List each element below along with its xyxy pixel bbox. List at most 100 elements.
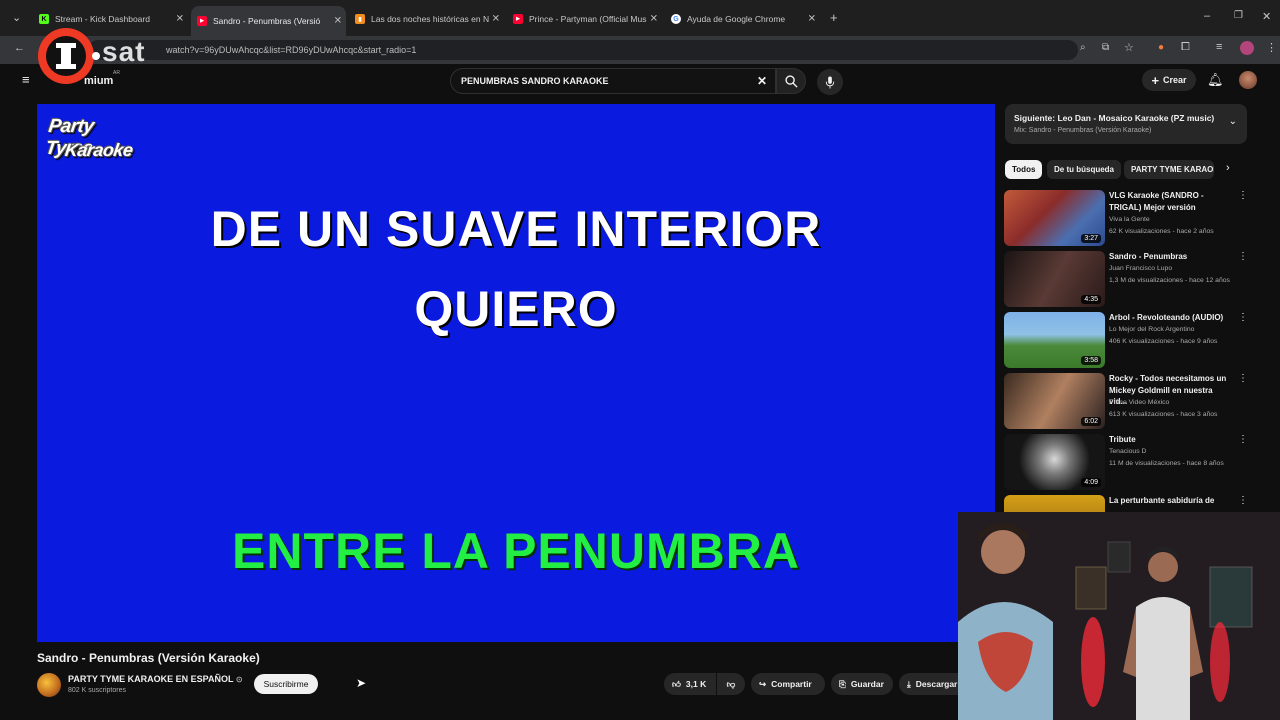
- close-icon[interactable]: ✕: [176, 14, 184, 25]
- zoom-icon[interactable]: ⌕: [1080, 42, 1086, 53]
- more-options-icon[interactable]: ⋮: [1238, 373, 1248, 384]
- tab-search-icon[interactable]: ⌄: [12, 11, 21, 24]
- lyric-line-1: DE UN SUAVE INTERIOR: [210, 201, 822, 257]
- media-icon[interactable]: ≡: [1216, 41, 1222, 53]
- thumbs-down-icon: 👎︎: [726, 678, 736, 689]
- isat-watermark-logo: sat: [32, 26, 172, 88]
- chip-de-tu-busqueda[interactable]: De tu búsqueda: [1047, 160, 1122, 179]
- recommendation-item[interactable]: 6:02 Rocky - Todos necesitamos un Mickey…: [1004, 373, 1250, 429]
- share-icon: ↪: [759, 678, 767, 689]
- watermark-text: sat: [102, 36, 146, 67]
- create-button[interactable]: + Crear: [1142, 69, 1196, 91]
- channel-name[interactable]: PARTY TYME KARAOKE EN ESPAÑOL ⊙: [68, 674, 243, 684]
- close-icon[interactable]: ✕: [650, 14, 658, 25]
- chip-todos[interactable]: Todos: [1005, 160, 1043, 179]
- more-options-icon[interactable]: ⋮: [1238, 312, 1248, 323]
- tab-ayuda-chrome[interactable]: G Ayuda de Google Chrome ✕: [665, 8, 820, 30]
- more-options-icon[interactable]: ⋮: [1238, 495, 1248, 506]
- recommendation-item[interactable]: 4:35 Sandro - Penumbras Juan Francisco L…: [1004, 251, 1250, 307]
- video-thumbnail[interactable]: 6:02: [1004, 373, 1105, 429]
- google-icon: G: [671, 14, 681, 24]
- video-thumbnail[interactable]: 4:35: [1004, 251, 1105, 307]
- account-avatar[interactable]: [1239, 71, 1257, 89]
- omnibox[interactable]: watch?v=96yDUwAhcqc&list=RD96yDUwAhcqc&s…: [88, 40, 1078, 60]
- up-next-title: Siguiente: Leo Dan - Mosaico Karaoke (PZ…: [1014, 113, 1215, 123]
- notifications-bell-icon[interactable]: 🔔︎: [1207, 72, 1224, 88]
- recommendation-item[interactable]: La perturbante sabiduría de ⋮: [1004, 495, 1250, 512]
- save-label: Guardar: [850, 679, 884, 689]
- like-button[interactable]: 👍︎ 3,1 K: [664, 673, 716, 695]
- tab-label: Sandro - Penumbras (Versió: [213, 16, 321, 26]
- close-icon[interactable]: ✕: [808, 14, 816, 25]
- menu-icon[interactable]: ⋮: [1266, 41, 1277, 54]
- video-thumbnail[interactable]: 4:09: [1004, 434, 1105, 490]
- party-tyme-karaoke-logo: Party Tyme Karaoke: [44, 114, 139, 170]
- puzzle-icon[interactable]: ⧠: [1181, 41, 1190, 54]
- duration-badge: 3:27: [1081, 234, 1101, 243]
- microphone-icon: [825, 75, 835, 89]
- recommendation-item[interactable]: 3:27 VLG Karaoke (SANDRO - TRIGAL) Mejor…: [1004, 190, 1250, 246]
- chip-party-tyme[interactable]: PARTY TYME KARAOK: [1124, 160, 1214, 179]
- browser-tab-bar: ⌄ K Stream - Kick Dashboard ✕ ▶ Sandro -…: [0, 0, 1280, 36]
- recommendation-item[interactable]: 3:58 Arbol - Revoloteando (AUDIO) Lo Mej…: [1004, 312, 1250, 368]
- webcam-overlay: [958, 512, 1280, 720]
- restore-icon[interactable]: ❐: [1234, 10, 1243, 21]
- tab-sandro-penumbras[interactable]: ▶ Sandro - Penumbras (Versió ✕: [191, 6, 346, 36]
- thumbs-up-icon: 👍︎: [672, 678, 681, 689]
- video-thumbnail[interactable]: 3:58: [1004, 312, 1105, 368]
- save-button[interactable]: ⎘ Guardar: [831, 673, 893, 695]
- lyric-line-3-highlighted: ENTRE LA PENUMBRA: [232, 523, 800, 579]
- subscribe-button[interactable]: Suscribirme: [254, 674, 318, 694]
- clear-search-icon[interactable]: ✕: [757, 74, 767, 88]
- up-next-panel[interactable]: Siguiente: Leo Dan - Mosaico Karaoke (PZ…: [1005, 104, 1247, 144]
- hamburger-icon[interactable]: ≡: [22, 72, 30, 87]
- search-input[interactable]: PENUMBRAS SANDRO KARAOKE ✕: [450, 68, 776, 94]
- voice-search-button[interactable]: [817, 69, 843, 95]
- plus-icon: +: [1151, 72, 1160, 88]
- mouse-cursor-icon: ➤: [356, 676, 367, 690]
- close-icon[interactable]: ✕: [334, 16, 342, 27]
- recommendation-item[interactable]: 4:09 Tribute Tenacious D 11 M de visuali…: [1004, 434, 1250, 490]
- share-button[interactable]: ↪ Compartir: [751, 673, 825, 695]
- cast-icon[interactable]: ⧉: [1102, 42, 1109, 53]
- video-thumbnail[interactable]: 3:27: [1004, 190, 1105, 246]
- search-icon: [784, 74, 798, 88]
- more-options-icon[interactable]: ⋮: [1238, 434, 1248, 445]
- more-options-icon[interactable]: ⋮: [1238, 251, 1248, 262]
- extension-icon[interactable]: ●: [1158, 42, 1164, 53]
- duration-badge: 3:58: [1081, 356, 1101, 365]
- back-icon[interactable]: ←: [14, 42, 25, 54]
- chevron-right-icon[interactable]: ›: [1226, 162, 1230, 174]
- duration-badge: 6:02: [1081, 417, 1101, 426]
- tab-las-dos-noches[interactable]: ▮ Las dos noches históricas en N ✕: [349, 8, 504, 30]
- profile-avatar[interactable]: [1240, 41, 1254, 55]
- kick-icon: K: [39, 14, 49, 24]
- new-tab-icon[interactable]: +: [830, 10, 838, 25]
- tab-label: Stream - Kick Dashboard: [55, 14, 150, 24]
- video-title: Sandro - Penumbras (Versión Karaoke): [37, 651, 260, 665]
- window-close-icon[interactable]: ✕: [1262, 10, 1271, 23]
- video-player[interactable]: Party Tyme Karaoke DE UN SUAVE INTERIOR …: [37, 104, 995, 642]
- dislike-button[interactable]: 👎︎: [717, 673, 745, 695]
- more-options-icon[interactable]: ⋮: [1238, 190, 1248, 201]
- tab-prince-partyman[interactable]: ▶ Prince - Partyman (Official Mus ✕: [507, 8, 662, 30]
- channel-avatar[interactable]: [37, 673, 61, 697]
- recommendation-channel: Prime Video México: [1109, 399, 1170, 406]
- close-icon[interactable]: ✕: [492, 14, 500, 25]
- recommendation-meta: 1,3 M de visualizaciones - hace 12 años: [1109, 277, 1230, 284]
- tab-label: Ayuda de Google Chrome: [687, 14, 786, 24]
- minimize-icon[interactable]: –: [1204, 10, 1210, 22]
- verified-icon: ⊙: [235, 675, 243, 684]
- recommendation-title: Arbol - Revoloteando (AUDIO): [1109, 313, 1224, 322]
- chevron-down-icon[interactable]: ⌄: [1229, 116, 1237, 127]
- search-button[interactable]: [776, 68, 806, 94]
- recommendation-meta: 613 K visualizaciones - hace 3 años: [1109, 411, 1218, 418]
- bookmark-star-icon[interactable]: ☆: [1124, 41, 1134, 54]
- create-label: Crear: [1163, 75, 1187, 85]
- address-bar: ← watch?v=96yDUwAhcqc&list=RD96yDUwAhcqc…: [0, 36, 1280, 64]
- video-thumbnail[interactable]: [1004, 495, 1105, 512]
- recommendation-title: Tribute: [1109, 435, 1136, 444]
- tab-label: Prince - Partyman (Official Mus: [529, 14, 647, 24]
- duration-badge: 4:09: [1081, 478, 1101, 487]
- recommendation-channel: Lo Mejor del Rock Argentino: [1109, 326, 1195, 333]
